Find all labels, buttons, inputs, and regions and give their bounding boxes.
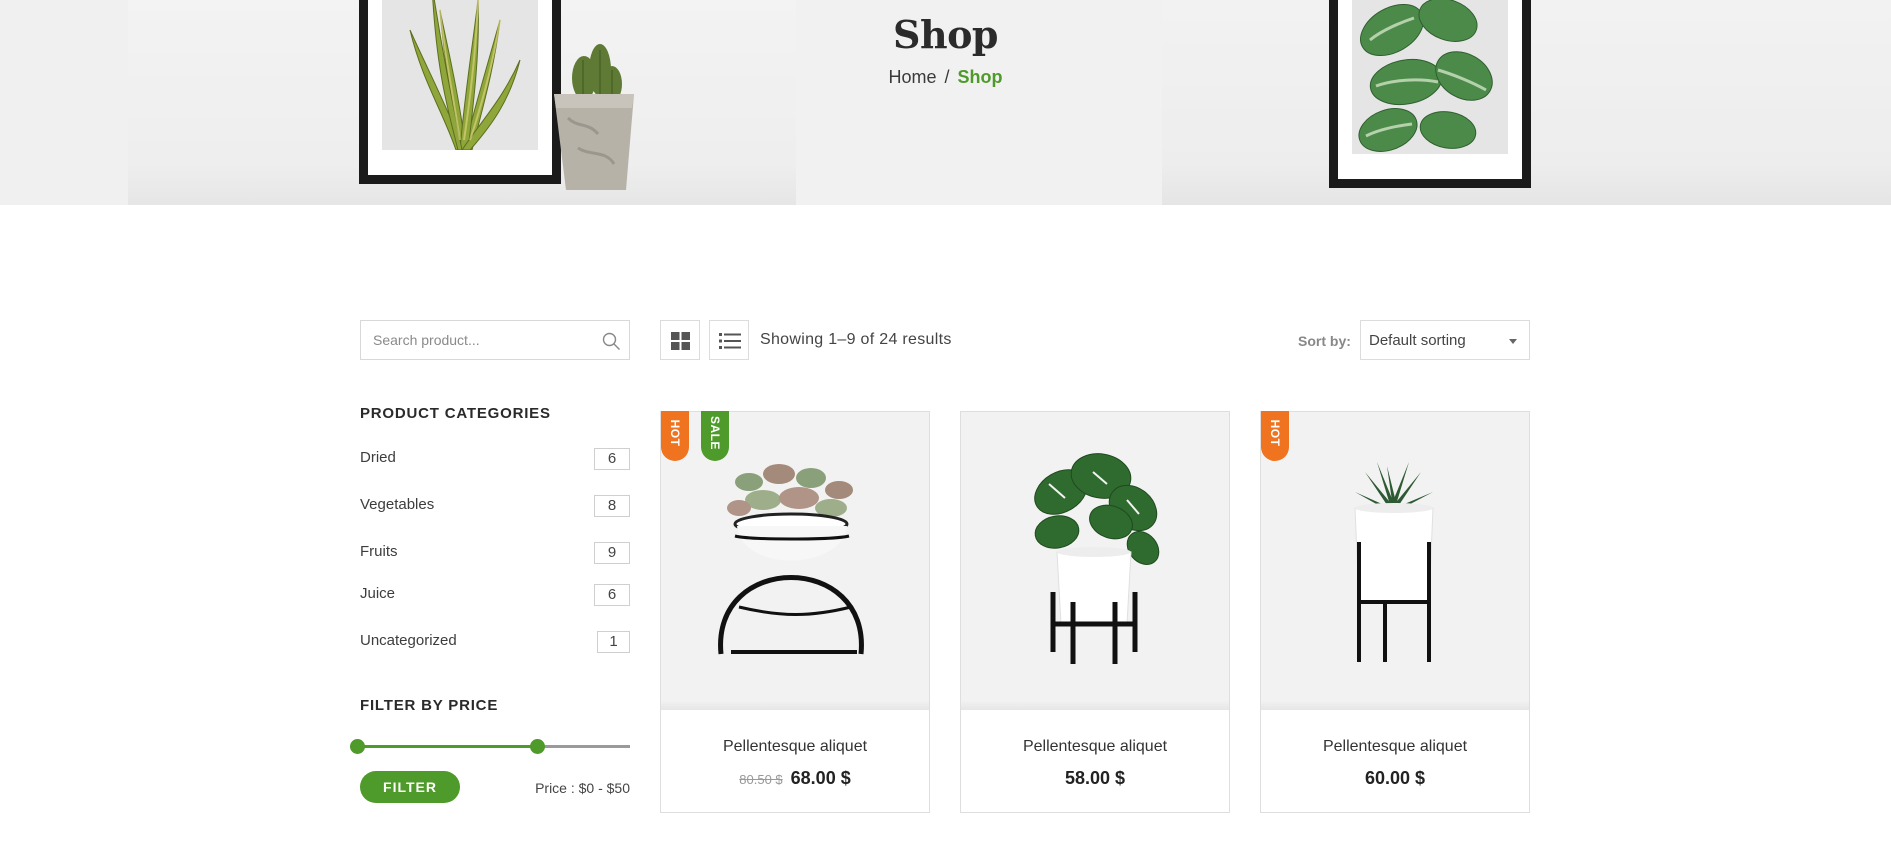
category-name[interactable]: Juice [360,585,395,602]
search-icon[interactable] [601,331,621,351]
product-categories-heading: PRODUCT CATEGORIES [360,405,551,422]
product-card[interactable]: HOT Pellentesque aliquet 60.00 $ [1260,411,1530,813]
framed-snake-plant-picture [359,0,561,184]
hot-badge: HOT [1261,411,1289,461]
sale-badge: SALE [701,411,729,461]
category-name[interactable]: Uncategorized [360,632,457,649]
breadcrumb: Home / Shop [796,67,1095,88]
grid-view-icon [671,332,690,350]
product-price: 80.50 $ 68.00 $ [661,768,929,789]
current-price: 60.00 $ [1364,768,1426,788]
old-price: 80.50 $ [739,772,783,787]
sort-label: Sort by: [1298,333,1351,349]
price-slider-max-handle[interactable] [530,739,545,754]
list-view-button[interactable] [709,320,749,360]
product-image[interactable] [1261,412,1529,710]
product-card[interactable]: HOT SALE Pellentesque aliquet 80.50 $ 68… [660,411,930,813]
category-item-fruits[interactable]: Fruits 9 [360,540,630,566]
category-item-uncategorized[interactable]: Uncategorized 1 [360,629,630,655]
list-view-icon [719,333,741,349]
grid-view-button[interactable] [660,320,700,360]
breadcrumb-separator: / [944,67,950,87]
page-title: Shop [893,12,999,57]
product-price: 60.00 $ [1261,768,1529,789]
framed-calathea-picture [1329,0,1531,188]
category-name[interactable]: Vegetables [360,496,434,513]
category-name[interactable]: Fruits [360,543,398,560]
product-image[interactable] [961,412,1229,710]
sort-select[interactable]: Default sorting [1360,320,1530,360]
page-hero-banner: Shop Home / Shop [0,0,1891,205]
price-slider-min-handle[interactable] [350,739,365,754]
category-count-badge: 1 [597,631,630,653]
breadcrumb-home-link[interactable]: Home [888,67,936,87]
filter-button[interactable]: FILTER [360,771,460,803]
product-price: 58.00 $ [961,768,1229,789]
price-range-label: Price : $0 - $50 [535,780,630,796]
sort-select-value: Default sorting [1369,332,1466,349]
current-price: 58.00 $ [1064,768,1126,788]
category-count-badge: 8 [594,495,630,517]
product-search-box [360,320,630,360]
result-count: Showing 1–9 of 24 results [760,331,952,348]
category-item-vegetables[interactable]: Vegetables 8 [360,493,630,519]
cactus-pot-decoration [554,44,634,190]
current-price: 68.00 $ [790,768,851,788]
product-name[interactable]: Pellentesque aliquet [661,738,929,756]
caret-down-icon [1509,339,1517,344]
product-name[interactable]: Pellentesque aliquet [961,738,1229,756]
category-item-dried[interactable]: Dried 6 [360,446,630,472]
product-name[interactable]: Pellentesque aliquet [1261,738,1529,756]
category-item-juice[interactable]: Juice 6 [360,582,630,608]
product-image[interactable] [661,412,929,710]
category-count-badge: 6 [594,584,630,606]
product-card[interactable]: Pellentesque aliquet 58.00 $ [960,411,1230,813]
category-name[interactable]: Dried [360,449,396,466]
category-count-badge: 9 [594,542,630,564]
search-input[interactable] [361,321,591,359]
category-count-badge: 6 [594,448,630,470]
filter-by-price-heading: FILTER BY PRICE [360,697,499,714]
hot-badge: HOT [661,411,689,461]
breadcrumb-current: Shop [957,67,1003,87]
price-slider-selected-range [357,745,537,748]
